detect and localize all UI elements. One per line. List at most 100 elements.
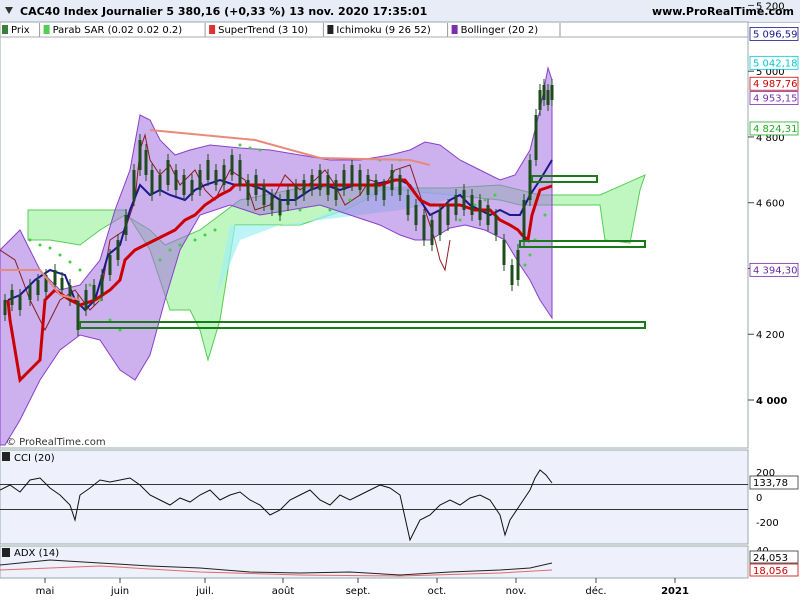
- candle-body: [158, 175, 162, 190]
- candle-body: [334, 180, 338, 200]
- candle-body: [454, 195, 458, 215]
- sar-dot: [238, 143, 242, 147]
- legend-swatch: [209, 25, 216, 34]
- adx-swatch: [2, 548, 10, 557]
- candle-body: [510, 265, 514, 285]
- cci-value: 133,78: [753, 478, 788, 489]
- candle-body: [92, 285, 96, 300]
- candle-body: [84, 290, 88, 310]
- candle-body: [10, 290, 14, 305]
- price-tick-label: 4 000: [756, 396, 787, 407]
- legend-item: Parab SAR (0.02 0.02 0.2): [43, 23, 206, 37]
- price-label: 5 096,59: [749, 27, 799, 41]
- candle-body: [486, 205, 490, 225]
- month-label: août: [272, 585, 295, 597]
- legend-item: SuperTrend (3 10): [209, 23, 324, 37]
- sar-dot: [203, 233, 207, 237]
- candle-body: [278, 200, 282, 215]
- sar-dot: [28, 238, 32, 242]
- legend-label: Ichimoku (9 26 52): [336, 25, 430, 36]
- cci-tick-label: 0: [756, 493, 762, 504]
- candle-body: [222, 165, 226, 185]
- price-tick-label: 4 600: [756, 199, 785, 210]
- price-label: 4 987,76: [749, 76, 799, 91]
- candle-body: [462, 190, 466, 210]
- watermark: © ProRealTime.com: [6, 437, 106, 448]
- sar-dot: [78, 268, 82, 272]
- sar-dot: [48, 246, 52, 250]
- legend-label: Parab SAR (0.02 0.02 0.2): [53, 25, 183, 36]
- price-label-text: 5 096,59: [753, 29, 798, 40]
- sar-dot: [193, 238, 197, 242]
- cci-swatch: [2, 452, 10, 461]
- sar-dot: [458, 218, 462, 222]
- price-chart[interactable]: Prix Parab SAR (0.02 0.02 0.2) SuperTrend …: [0, 0, 800, 600]
- candle-body: [144, 150, 148, 175]
- price-label: 5 042,18: [749, 55, 799, 70]
- legend-swatch: [2, 25, 8, 34]
- candle-body: [138, 140, 142, 170]
- candle-body: [166, 160, 170, 185]
- candle-body: [302, 180, 306, 195]
- candle-body: [342, 170, 346, 190]
- candle-body: [538, 90, 542, 110]
- sar-dot: [98, 298, 102, 302]
- legend-label: Bollinger (20 2): [461, 25, 539, 36]
- candle-body: [150, 170, 154, 195]
- candle-body: [516, 250, 520, 280]
- candle-body: [214, 170, 218, 185]
- sar-dot: [483, 198, 487, 202]
- candle-body: [478, 200, 482, 220]
- candle-body: [124, 215, 128, 235]
- candle-body: [198, 170, 202, 190]
- legend-item: Ichimoku (9 26 52): [327, 23, 449, 37]
- cci-panel: [0, 449, 749, 545]
- candle-body: [108, 255, 112, 275]
- price-tick-label: 5 200: [756, 1, 785, 12]
- candle-body: [60, 278, 64, 290]
- sar-dot: [168, 248, 172, 252]
- month-label: oct.: [428, 586, 447, 597]
- price-label-text: 5 042,18: [753, 58, 798, 69]
- sar-dot: [528, 253, 532, 257]
- candle-body: [398, 175, 402, 195]
- candle-body: [238, 160, 242, 185]
- sar-dot: [328, 208, 332, 212]
- sar-dot: [88, 283, 92, 287]
- candle-body: [116, 240, 120, 260]
- month-label: 2021: [661, 586, 689, 597]
- sar-dot: [38, 243, 42, 247]
- candle-body: [262, 185, 266, 205]
- candle-body: [100, 275, 104, 295]
- legend-label: Prix: [11, 25, 30, 36]
- candle-body: [350, 165, 354, 185]
- adx-value-2: 18,056: [753, 566, 788, 577]
- sar-dot: [473, 203, 477, 207]
- candle-body: [550, 85, 554, 100]
- month-label: déc.: [585, 585, 606, 597]
- candle-body: [542, 85, 546, 100]
- price-label-text: 4 824,31: [753, 124, 798, 135]
- sar-dot: [178, 243, 182, 247]
- time-axis: mai juin juil. août sept. oct. nov. déc. 2021: [36, 578, 689, 597]
- candle-body: [286, 190, 290, 205]
- candle-body: [254, 175, 258, 195]
- price-label: 4 953,15: [749, 91, 799, 106]
- price-label-text: 4 987,76: [753, 79, 798, 90]
- sar-dot: [543, 213, 547, 217]
- sar-dot: [298, 208, 302, 212]
- adx-name: ADX (14): [14, 548, 59, 559]
- candle-body: [182, 175, 186, 195]
- candle-body: [36, 280, 40, 295]
- sar-dot: [348, 198, 352, 202]
- candle-body: [446, 205, 450, 225]
- candle-body: [366, 175, 370, 195]
- sar-dot: [258, 148, 262, 152]
- candle-body: [318, 170, 322, 190]
- candle-body: [534, 115, 538, 160]
- candle-body: [522, 200, 526, 240]
- sar-dot: [248, 146, 252, 150]
- sar-dot: [158, 258, 162, 262]
- candle-body: [294, 185, 298, 200]
- candle-body: [470, 195, 474, 215]
